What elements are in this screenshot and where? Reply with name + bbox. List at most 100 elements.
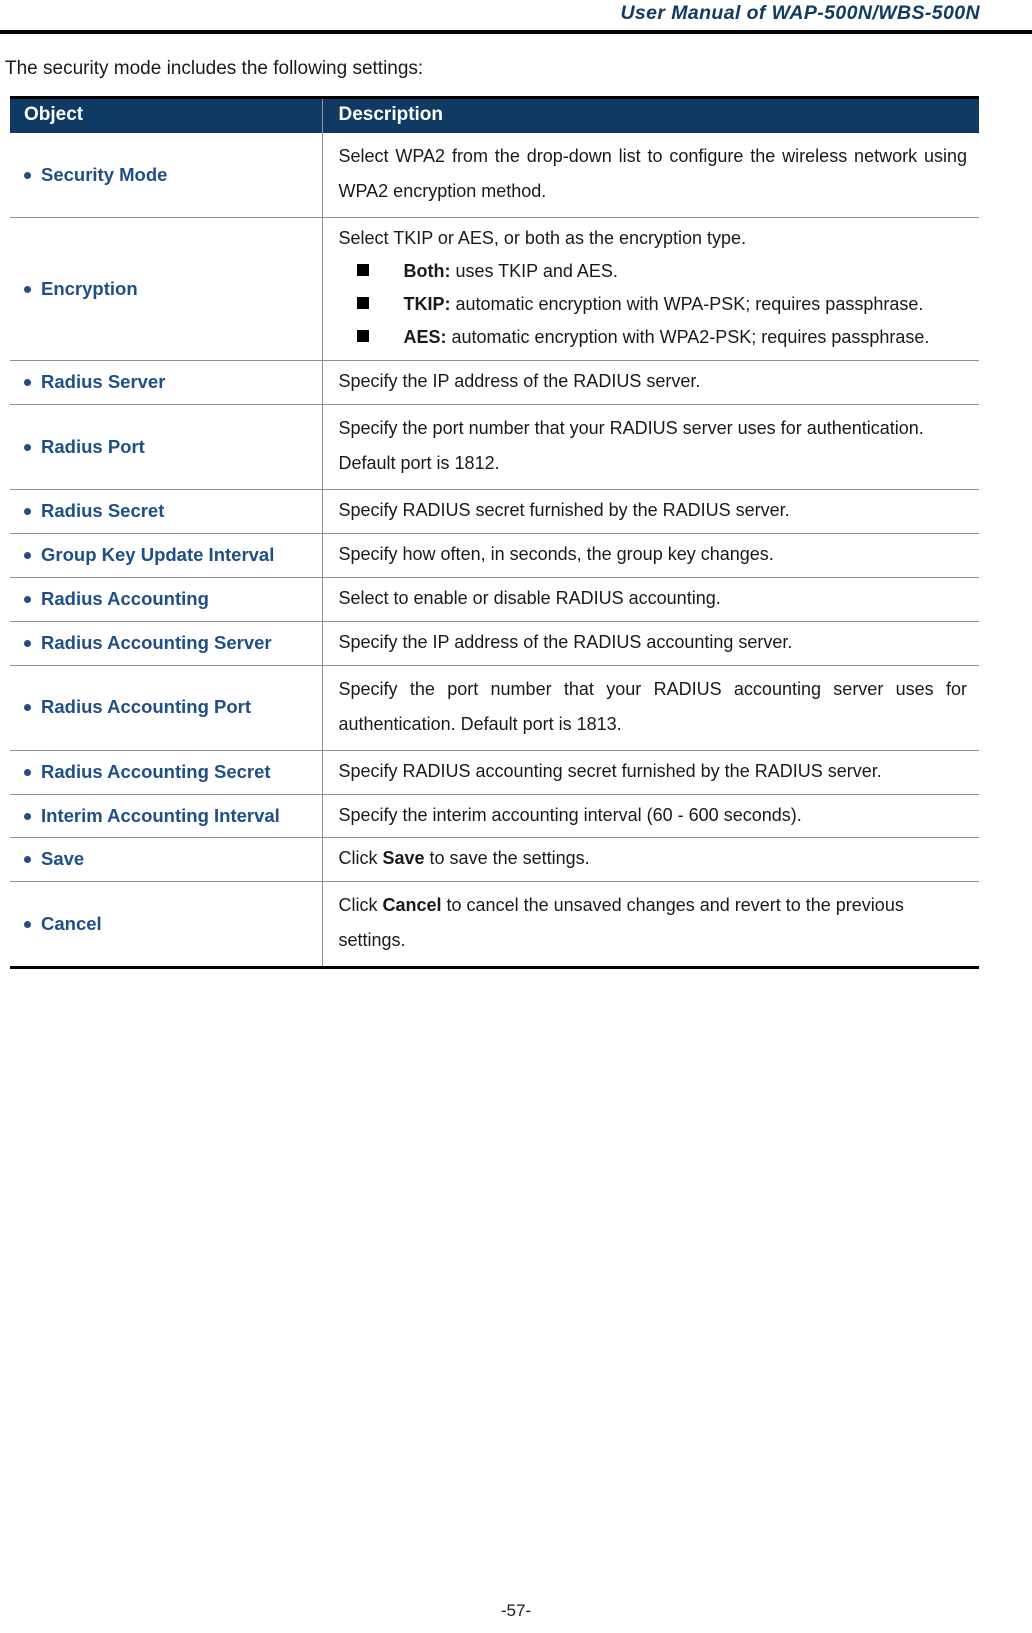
description-text: Specify RADIUS accounting secret furnish… (338, 760, 882, 781)
table-row: Radius Accounting Port Specify the port … (10, 664, 979, 751)
object-cell: Radius Accounting Server (10, 620, 322, 666)
description-cell: Specify the port number that your RADIUS… (321, 664, 979, 751)
list-item: Both: uses TKIP and AES. (339, 257, 968, 286)
description-text: Specify how often, in seconds, the group… (338, 544, 774, 565)
description-text: Specify the IP address of the RADIUS ser… (338, 371, 701, 392)
round-bullet-icon (24, 920, 31, 928)
list-item-text: TKIP: automatic encryption with WPA-PSK;… (404, 290, 924, 319)
description-prefix: Click (338, 895, 383, 916)
table-row: Radius Secret Specify RADIUS secret furn… (10, 489, 979, 534)
description-cell: Specify the IP address of the RADIUS ser… (321, 360, 979, 405)
object-cell: Radius Port (10, 404, 322, 490)
description-text: Click Save to save the settings. (339, 844, 968, 873)
description-text: Specify the IP address of the RADIUS acc… (338, 631, 793, 652)
table-header: Object Description (10, 97, 979, 133)
object-cell: Group Key Update Interval (10, 533, 322, 578)
description-text: Specify the port number that your RADIUS… (338, 418, 924, 474)
object-cell: Radius Accounting (10, 577, 322, 622)
manual-title: User Manual of WAP-500N/WBS-500N (620, 2, 980, 24)
object-label: Security Mode (41, 163, 168, 185)
description-cell: Click Cancel to cancel the unsaved chang… (321, 881, 979, 968)
description-text: Select WPA2 from the drop-down list to c… (338, 146, 968, 202)
object-cell: Interim Accounting Interval (10, 793, 322, 838)
object-item: Save (24, 847, 316, 872)
object-label: Radius Accounting Port (41, 696, 252, 718)
table-row: Radius Accounting Server Specify the IP … (10, 620, 979, 666)
object-item: Security Mode (24, 163, 316, 188)
page-number: -57- (500, 1601, 532, 1620)
list-item-term: TKIP: (403, 294, 451, 315)
list-item-body: automatic encryption with WPA-PSK; requi… (450, 294, 924, 315)
round-bullet-icon (24, 856, 31, 864)
settings-description-table: Object Description Security Mode Select … (10, 96, 979, 970)
round-bullet-icon (24, 552, 31, 560)
object-item: Group Key Update Interval (24, 543, 316, 568)
object-label: Radius Accounting (41, 587, 209, 609)
description-suffix: to save the settings. (424, 848, 590, 869)
object-label: Radius Server (41, 371, 166, 393)
object-item: Radius Accounting Port (24, 695, 316, 720)
object-item: Encryption (24, 277, 316, 302)
table-row: Save Click Save to save the settings. (10, 837, 979, 882)
encryption-option-list: Both: uses TKIP and AES. TKIP: automatic… (339, 257, 968, 352)
object-cell: Save (10, 837, 322, 882)
object-item: Radius Accounting Secret (24, 760, 316, 785)
description-cell: Specify the interim accounting interval … (321, 793, 979, 838)
round-bullet-icon (24, 768, 31, 776)
description-cell: Select WPA2 from the drop-down list to c… (321, 133, 979, 218)
list-item-body: automatic encryption with WPA2-PSK; requ… (446, 327, 930, 348)
description-text: Select to enable or disable RADIUS accou… (338, 588, 721, 609)
square-bullet-icon (356, 297, 369, 310)
list-item: TKIP: automatic encryption with WPA-PSK;… (339, 290, 968, 319)
object-label: Radius Accounting Server (41, 631, 272, 653)
column-header-object: Object (10, 97, 322, 133)
object-item: Interim Accounting Interval (24, 804, 316, 829)
object-cell: Radius Accounting Port (10, 664, 322, 751)
object-cell: Radius Secret (10, 489, 322, 534)
object-label: Radius Port (41, 435, 145, 457)
object-cell: Cancel (10, 881, 322, 968)
table-body: Security Mode Select WPA2 from the drop-… (10, 133, 979, 968)
object-label: Group Key Update Interval (41, 544, 275, 566)
table-row: Radius Server Specify the IP address of … (10, 360, 979, 405)
table-row: Radius Accounting Select to enable or di… (10, 577, 979, 622)
round-bullet-icon (24, 595, 31, 603)
list-item-text: AES: automatic encryption with WPA2-PSK;… (404, 323, 930, 352)
intro-paragraph: The security mode includes the following… (5, 58, 424, 79)
table-row: Radius Port Specify the port number that… (10, 404, 979, 490)
list-item: AES: automatic encryption with WPA2-PSK;… (339, 323, 968, 352)
list-item-body: uses TKIP and AES. (450, 260, 618, 281)
description-prefix: Click (338, 848, 383, 869)
object-item: Radius Accounting (24, 587, 316, 612)
square-bullet-icon (356, 330, 369, 343)
object-label: Radius Accounting Secret (41, 760, 271, 782)
round-bullet-icon (24, 812, 31, 820)
object-item: Cancel (24, 912, 316, 937)
table-row: Radius Accounting Secret Specify RADIUS … (10, 749, 979, 795)
description-text: Specify the port number that your RADIUS… (338, 678, 968, 734)
table-row: Cancel Click Cancel to cancel the unsave… (10, 881, 979, 968)
object-item: Radius Accounting Server (24, 631, 316, 656)
page-running-header: User Manual of WAP-500N/WBS-500N (0, 0, 1032, 36)
list-item-text: Both: uses TKIP and AES. (404, 257, 618, 286)
description-cell: Click Save to save the settings. (321, 837, 979, 882)
object-item: Radius Secret (24, 499, 316, 524)
table-row: Interim Accounting Interval Specify the … (10, 793, 979, 838)
object-cell: Radius Accounting Secret (10, 749, 322, 795)
description-cell: Specify the IP address of the RADIUS acc… (321, 620, 979, 666)
object-item: Radius Server (24, 370, 316, 395)
round-bullet-icon (24, 639, 31, 647)
description-cell: Specify RADIUS secret furnished by the R… (321, 489, 979, 534)
round-bullet-icon (24, 704, 31, 712)
round-bullet-icon (24, 379, 31, 387)
description-cell: Select to enable or disable RADIUS accou… (321, 577, 979, 622)
description-text: Click Cancel to cancel the unsaved chang… (339, 888, 968, 958)
description-text: Select TKIP or AES, or both as the encry… (338, 228, 747, 249)
round-bullet-icon (24, 443, 31, 451)
description-cell: Specify the port number that your RADIUS… (321, 404, 979, 490)
description-text: Specify RADIUS secret furnished by the R… (338, 500, 790, 521)
round-bullet-icon (24, 171, 31, 179)
object-cell: Security Mode (10, 133, 322, 218)
object-cell: Radius Server (10, 360, 322, 405)
table-row: Group Key Update Interval Specify how of… (10, 533, 979, 578)
